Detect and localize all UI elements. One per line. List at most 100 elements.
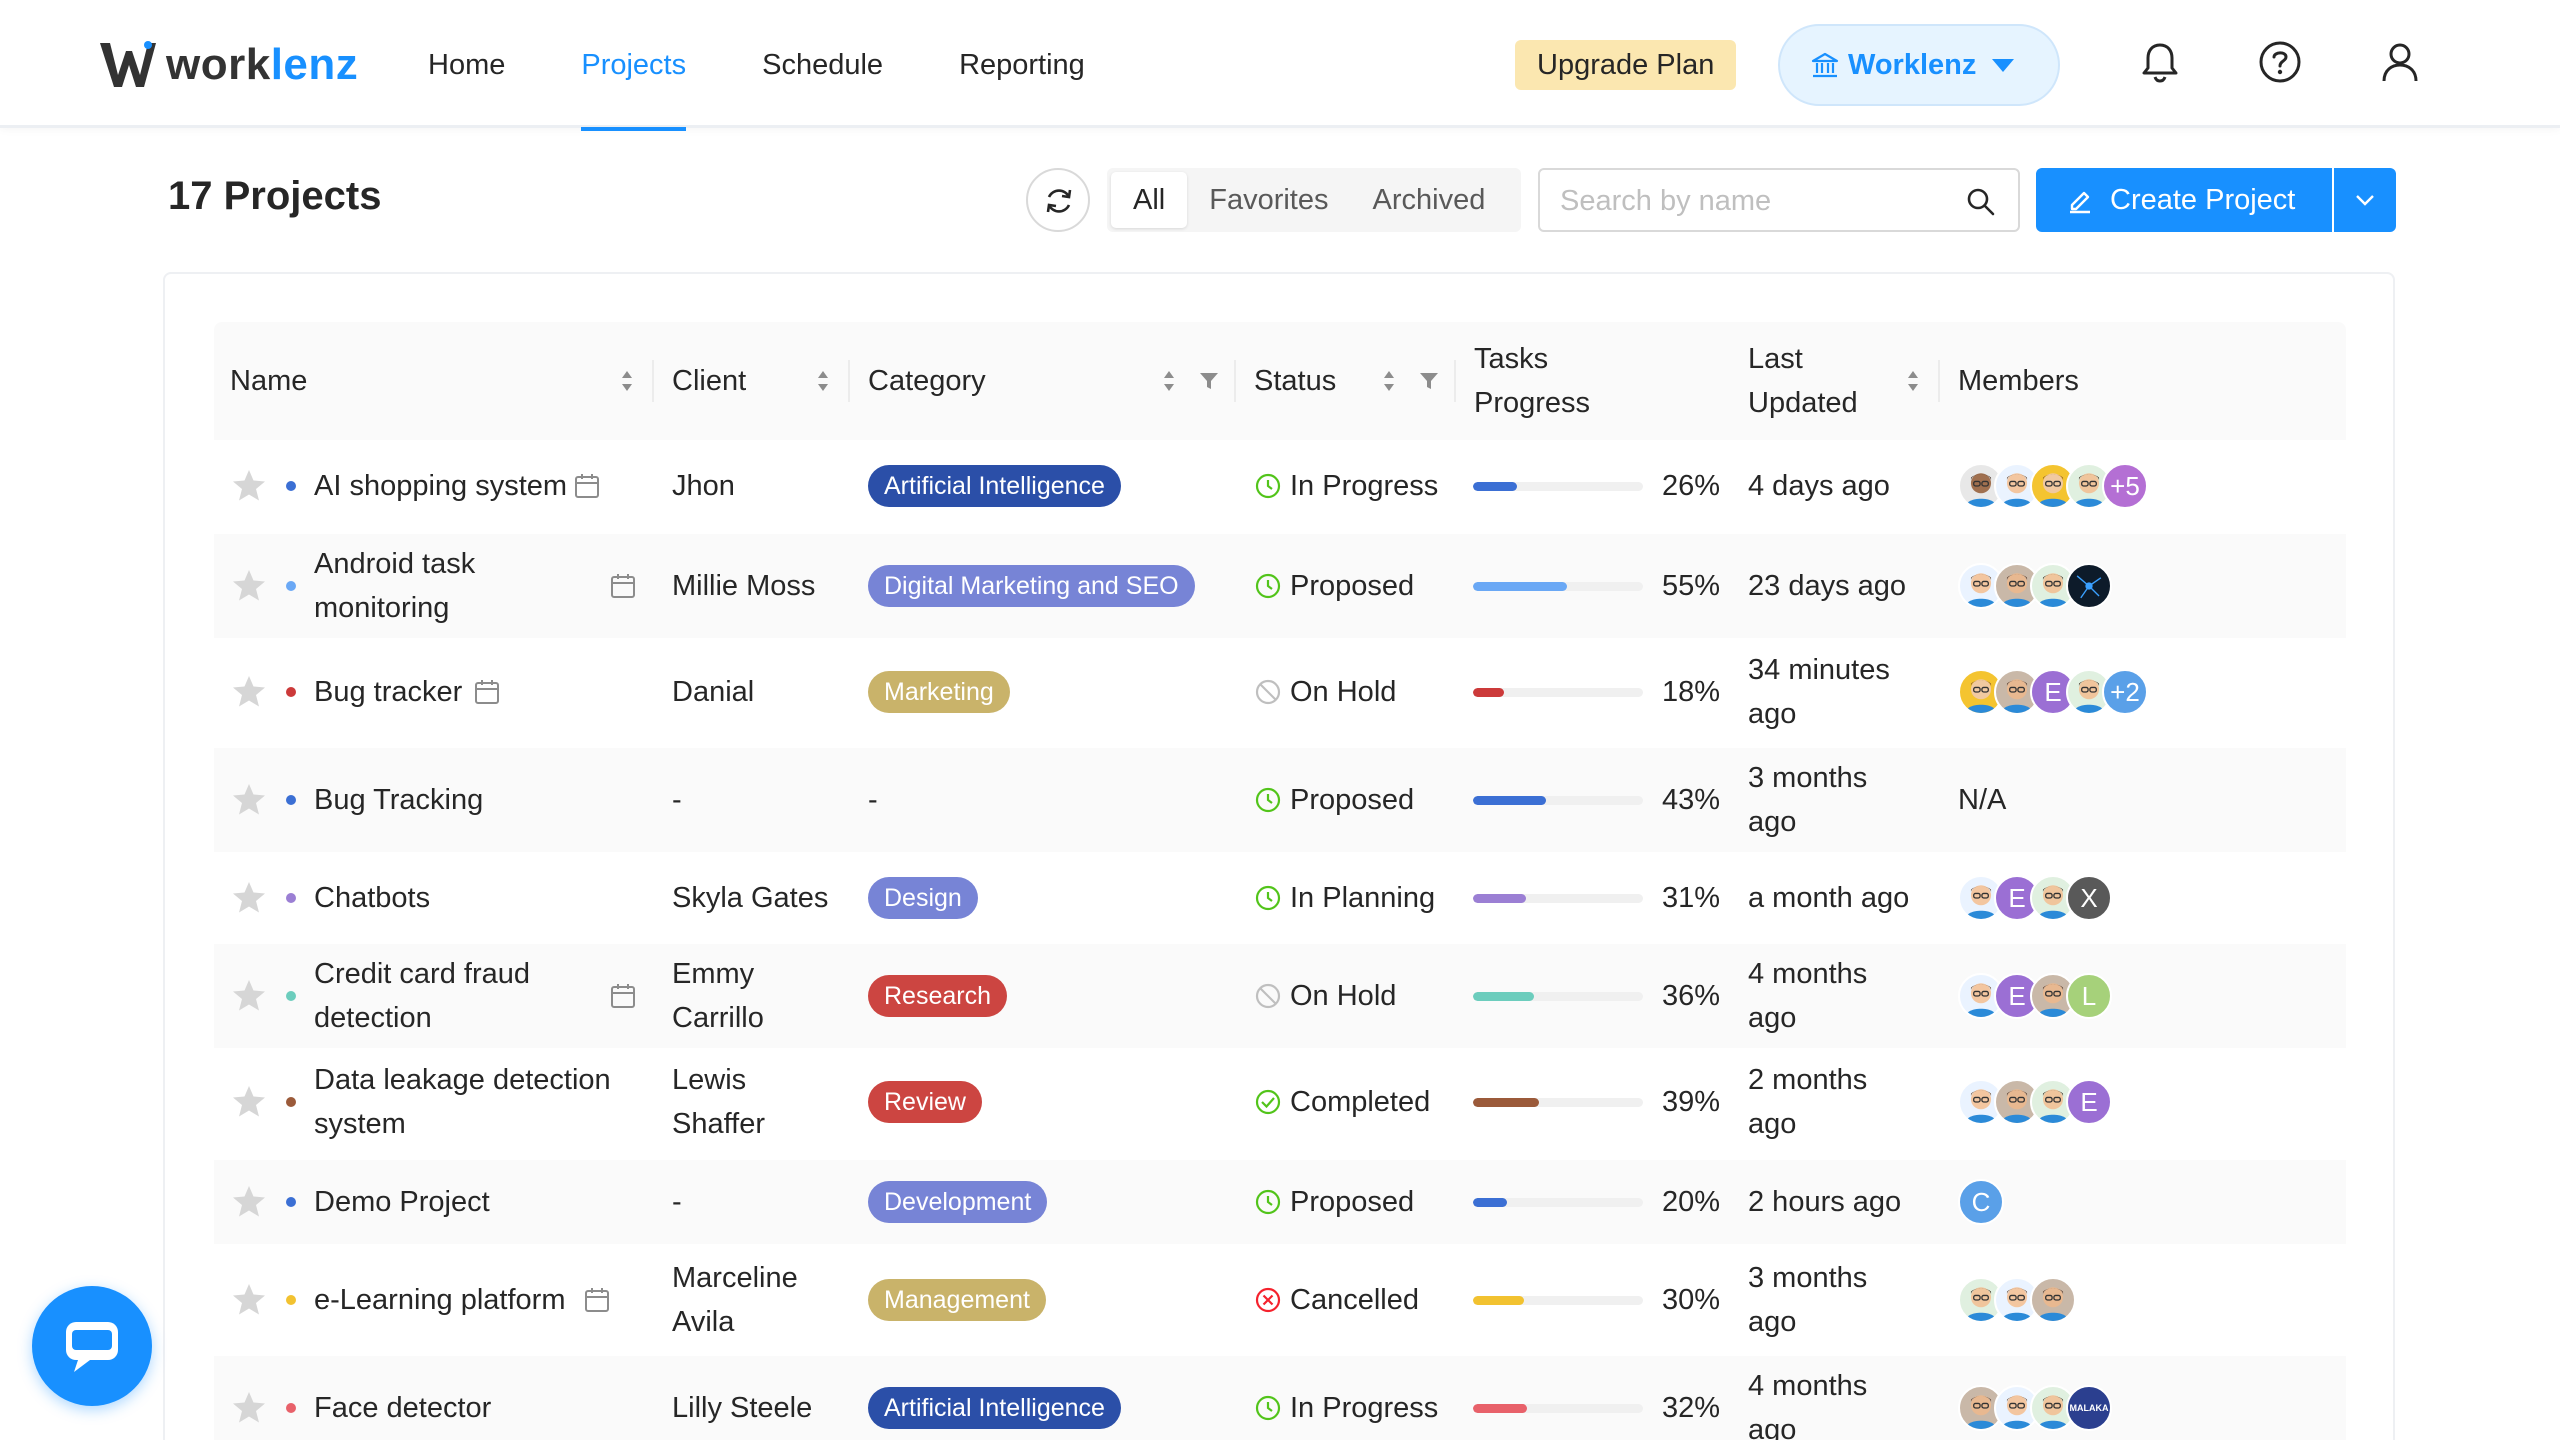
category-tag[interactable]: Design — [868, 877, 978, 919]
project-name[interactable]: Data leakage detection system — [314, 1050, 611, 1154]
project-name[interactable]: Android task monitoring — [314, 534, 475, 638]
user-icon[interactable] — [2376, 38, 2424, 86]
more-members-badge[interactable]: +5 — [2102, 463, 2148, 509]
member-avatars[interactable] — [1958, 563, 2112, 609]
member-avatars[interactable]: E +2 — [1958, 669, 2148, 715]
col-category[interactable]: Category — [868, 322, 986, 440]
sort-icon[interactable] — [1906, 368, 1920, 394]
table-row[interactable]: Chatbots Skyla Gates Design In Planning 31% a… — [214, 856, 2346, 940]
project-status[interactable]: Completed — [1290, 1050, 1430, 1154]
table-row[interactable]: Bug tracker Danial Marketing On Hold 18% 34 m… — [214, 640, 2346, 744]
worklenz-logo[interactable]: worklenz — [98, 30, 358, 100]
member-avatar[interactable]: L — [2066, 973, 2112, 1019]
upgrade-plan-button[interactable]: Upgrade Plan — [1515, 40, 1737, 90]
filter-icon[interactable] — [1418, 370, 1440, 392]
category-tag[interactable]: Review — [868, 1081, 982, 1123]
project-status[interactable]: Proposed — [1290, 748, 1414, 852]
project-name[interactable]: Face detector — [314, 1356, 491, 1440]
project-status[interactable]: In Planning — [1290, 856, 1435, 940]
member-avatar[interactable]: MALAKA — [2066, 1385, 2112, 1431]
favorite-star-icon[interactable] — [230, 567, 268, 605]
sort-icon[interactable] — [620, 368, 634, 394]
table-row[interactable]: Bug Tracking - - Proposed 43% 3 months ago N/A — [214, 748, 2346, 852]
favorite-star-icon[interactable] — [230, 1183, 268, 1221]
nav-schedule[interactable]: Schedule — [724, 0, 921, 128]
search-input[interactable] — [1560, 180, 1960, 222]
category-tag[interactable]: Artificial Intelligence — [868, 465, 1121, 507]
member-avatars[interactable]: MALAKA — [1958, 1385, 2112, 1431]
col-name[interactable]: Name — [230, 322, 307, 440]
category-tag[interactable]: Management — [868, 1279, 1046, 1321]
favorite-star-icon[interactable] — [230, 977, 268, 1015]
sort-icon[interactable] — [1162, 368, 1176, 394]
chat-support-button[interactable] — [32, 1286, 152, 1406]
project-name[interactable]: Credit card fraud detection — [314, 944, 530, 1048]
category-tag[interactable]: Marketing — [868, 671, 1010, 713]
project-status[interactable]: Proposed — [1290, 534, 1414, 638]
member-avatars[interactable]: EX — [1958, 875, 2112, 921]
member-avatars[interactable]: EL — [1958, 973, 2112, 1019]
project-status[interactable]: In Progress — [1290, 1356, 1438, 1440]
nav-projects[interactable]: Projects — [543, 0, 724, 131]
workspace-switcher[interactable]: Worklenz — [1778, 24, 2060, 106]
favorite-star-icon[interactable] — [230, 1389, 268, 1427]
project-name[interactable]: e-Learning platform — [314, 1248, 565, 1352]
favorite-star-icon[interactable] — [230, 1281, 268, 1319]
col-last-updated[interactable]: Last Updated — [1748, 322, 1858, 440]
col-client[interactable]: Client — [672, 322, 746, 440]
project-name[interactable]: Bug Tracking — [314, 748, 483, 852]
member-avatars[interactable]: +5 — [1958, 463, 2148, 509]
category-tag[interactable]: Digital Marketing and SEO — [868, 565, 1195, 607]
filter-icon[interactable] — [1198, 370, 1220, 392]
more-members-badge[interactable]: +2 — [2102, 669, 2148, 715]
calendar-icon[interactable] — [610, 983, 636, 1009]
search-icon[interactable] — [1966, 187, 1996, 217]
table-row[interactable]: Data leakage detection system Lewis Shaffer… — [214, 1050, 2346, 1154]
table-row[interactable]: AI shopping system Jhon Artificial Intelli… — [214, 442, 2346, 530]
project-name[interactable]: Demo Project — [314, 1160, 490, 1244]
member-avatar[interactable]: C — [1958, 1179, 2004, 1225]
segment-archived[interactable]: Archived — [1351, 172, 1508, 228]
nav-home[interactable]: Home — [390, 0, 543, 128]
project-status[interactable]: In Progress — [1290, 442, 1438, 530]
table-row[interactable]: Demo Project - Development Proposed 20% 2 hou… — [214, 1160, 2346, 1244]
member-avatar[interactable] — [2066, 563, 2112, 609]
bell-icon[interactable] — [2136, 38, 2184, 86]
category-tag[interactable]: Artificial Intelligence — [868, 1387, 1121, 1429]
project-status[interactable]: On Hold — [1290, 640, 1396, 744]
segment-all[interactable]: All — [1111, 172, 1188, 228]
calendar-icon[interactable] — [574, 473, 600, 499]
category-tag[interactable]: Research — [868, 975, 1007, 1017]
category-tag[interactable]: Development — [868, 1181, 1048, 1223]
project-status[interactable]: On Hold — [1290, 944, 1396, 1048]
col-status[interactable]: Status — [1254, 322, 1336, 440]
table-row[interactable]: Face detector Lilly Steele Artificial Inte… — [214, 1356, 2346, 1440]
member-avatar[interactable] — [2030, 1277, 2076, 1323]
segment-favorites[interactable]: Favorites — [1187, 172, 1350, 228]
favorite-star-icon[interactable] — [230, 673, 268, 711]
nav-reporting[interactable]: Reporting — [921, 0, 1123, 128]
sort-icon[interactable] — [816, 368, 830, 394]
project-name[interactable]: AI shopping system — [314, 442, 567, 530]
member-avatars[interactable]: C — [1958, 1179, 2004, 1225]
refresh-button[interactable] — [1026, 168, 1090, 232]
project-name[interactable]: Chatbots — [314, 856, 430, 940]
calendar-icon[interactable] — [610, 573, 636, 599]
table-row[interactable]: Android task monitoring Millie Moss Digital… — [214, 534, 2346, 638]
help-icon[interactable] — [2256, 38, 2304, 86]
member-avatar[interactable]: E — [2066, 1079, 2112, 1125]
sort-icon[interactable] — [1382, 368, 1396, 394]
member-avatars[interactable]: E — [1958, 1079, 2112, 1125]
calendar-icon[interactable] — [584, 1287, 610, 1313]
calendar-icon[interactable] — [474, 679, 500, 705]
table-row[interactable]: e-Learning platform Marceline Avila Managem… — [214, 1248, 2346, 1352]
favorite-star-icon[interactable] — [230, 467, 268, 505]
project-status[interactable]: Cancelled — [1290, 1248, 1419, 1352]
favorite-star-icon[interactable] — [230, 1083, 268, 1121]
create-project-button[interactable]: Create Project — [2036, 168, 2332, 232]
table-row[interactable]: Credit card fraud detection Emmy Carrillo Re… — [214, 944, 2346, 1048]
project-status[interactable]: Proposed — [1290, 1160, 1414, 1244]
create-project-dropdown[interactable] — [2334, 168, 2396, 232]
project-name[interactable]: Bug tracker — [314, 640, 462, 744]
member-avatar[interactable]: X — [2066, 875, 2112, 921]
